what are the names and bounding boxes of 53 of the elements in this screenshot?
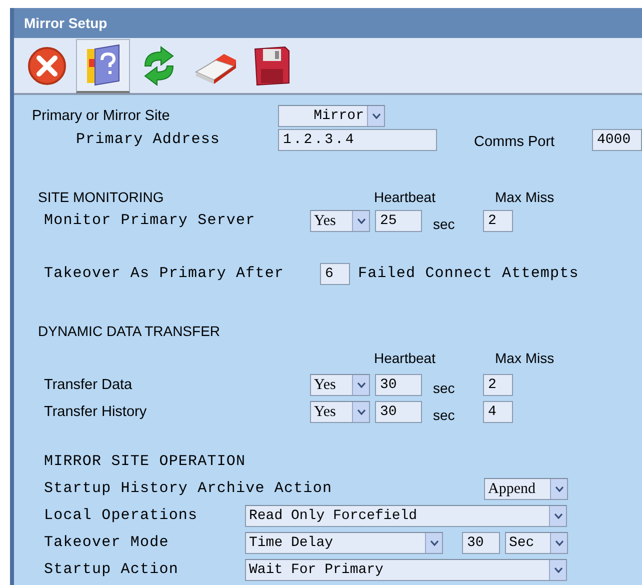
dropdown-select[interactable]: Time Delay <box>245 532 443 554</box>
unit-label: sec <box>433 378 456 398</box>
close-icon <box>27 46 67 86</box>
field-label: Monitor Primary Server <box>44 212 256 230</box>
text-input[interactable]: 30 <box>375 401 422 423</box>
text-input[interactable]: 4000 <box>592 129 642 151</box>
field-label: Takeover Mode <box>44 534 169 552</box>
field-label: Transfer History <box>44 404 147 420</box>
text-input[interactable]: 2 <box>483 374 513 396</box>
field-label: Failed Connect Attempts <box>358 264 579 284</box>
section-heading: MIRROR SITE OPERATION <box>44 452 246 472</box>
dropdown-select[interactable]: Mirror <box>278 105 385 127</box>
column-header: Heartbeat <box>374 350 436 366</box>
field-label: Transfer Data <box>44 376 132 393</box>
text-input[interactable]: 30 <box>375 374 422 396</box>
column-header: Max Miss <box>495 188 554 206</box>
chevron-down-icon <box>356 382 366 388</box>
chevron-down-icon <box>554 513 562 519</box>
window-title: Mirror Setup <box>24 14 108 33</box>
field-label: Startup History Archive Action <box>44 480 332 498</box>
field-label: Primary or Mirror Site <box>32 108 170 124</box>
toolbar-button[interactable] <box>76 38 130 92</box>
chevron-down-icon <box>554 567 562 573</box>
dropdown-select[interactable]: Wait For Primary <box>245 559 567 581</box>
chevron-down-icon <box>554 540 564 546</box>
text-input[interactable]: 25 <box>375 210 422 232</box>
section-heading: SITE MONITORING <box>38 188 164 204</box>
field-label: Primary Address <box>76 131 220 148</box>
dropdown-select[interactable]: Yes <box>310 374 370 396</box>
field-label: Startup Action <box>44 561 178 578</box>
chevron-down-icon <box>372 113 380 119</box>
dropdown-select[interactable]: Yes <box>310 401 370 423</box>
chevron-down-icon <box>356 218 366 224</box>
column-header: Heartbeat <box>374 188 436 204</box>
chevron-down-icon <box>430 540 438 546</box>
unit-label: sec <box>433 214 456 234</box>
text-input[interactable]: 6 <box>320 263 350 285</box>
dropdown-select[interactable]: Sec <box>505 532 568 554</box>
dropdown-select[interactable]: Read Only Forcefield <box>245 505 567 527</box>
text-input[interactable]: 4 <box>483 401 513 423</box>
column-header: Max Miss <box>495 348 554 368</box>
text-input[interactable]: 30 <box>462 532 500 554</box>
field-label: Takeover As Primary After <box>44 265 284 282</box>
field-label: Local Operations <box>44 507 198 524</box>
chevron-down-icon <box>554 486 564 492</box>
text-input[interactable]: 1.2.3.4 <box>278 129 437 151</box>
text-input[interactable]: 2 <box>483 210 513 232</box>
section-heading: DYNAMIC DATA TRANSFER <box>38 322 220 340</box>
dropdown-select[interactable]: Append <box>484 478 568 500</box>
unit-label: sec <box>433 406 456 424</box>
chevron-down-icon <box>356 409 366 415</box>
dropdown-select[interactable]: Yes <box>310 210 370 232</box>
field-label: Comms Port <box>474 133 555 152</box>
